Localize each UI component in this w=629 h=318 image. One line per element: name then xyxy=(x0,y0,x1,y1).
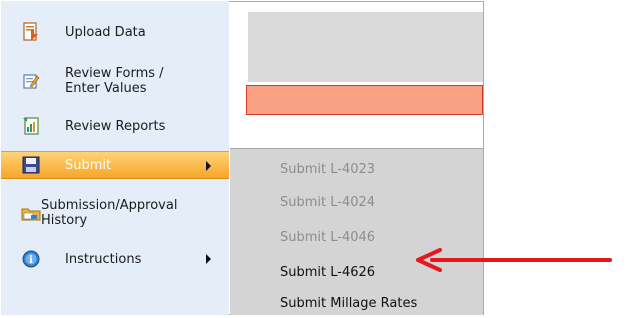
submenu-item-submit-l-4626[interactable]: Submit L-4626 xyxy=(280,265,375,280)
submenu-item-submit-l-4023: Submit L-4023 xyxy=(280,162,376,177)
sidebar-item-submission-history[interactable]: Submission/Approval History xyxy=(1,193,229,233)
label-line-1: Review Forms / xyxy=(65,66,164,81)
review-forms-icon xyxy=(21,71,41,91)
history-folder-icon xyxy=(21,203,41,223)
info-icon: i xyxy=(21,249,41,269)
submenu-arrow-icon xyxy=(206,254,211,264)
submenu-item-submit-millage-rates[interactable]: Submit Millage Rates xyxy=(280,296,417,311)
alert-bar xyxy=(246,85,483,115)
sidebar-item-instructions[interactable]: i Instructions xyxy=(1,245,229,273)
submenu-arrow-icon xyxy=(206,161,211,171)
submenu-item-submit-l-4024: Submit L-4024 xyxy=(280,195,376,210)
submenu-item-submit-l-4046: Submit L-4046 xyxy=(280,230,376,245)
sidebar-item-review-forms[interactable]: Review Forms / Enter Values xyxy=(1,61,229,101)
content-panel xyxy=(248,12,483,82)
sidebar-item-review-reports[interactable]: Review Reports xyxy=(1,113,229,139)
sidebar-item-label: Instructions xyxy=(65,251,142,267)
sidebar-item-label: Review Reports xyxy=(65,118,166,134)
sidebar-item-label: Submit xyxy=(65,157,112,173)
sidebar-item-label: Review Forms / Enter Values xyxy=(65,66,164,96)
label-line-2: Enter Values xyxy=(65,81,147,96)
sidebar-nav: Upload Data Review Forms / Enter Values xyxy=(1,1,229,315)
upload-data-icon xyxy=(21,22,41,42)
label-line-1: Submission/Approval xyxy=(41,198,178,213)
floppy-disk-icon xyxy=(21,155,41,175)
sidebar-item-label: Upload Data xyxy=(65,24,146,40)
review-reports-icon xyxy=(21,116,41,136)
sidebar-item-submit[interactable]: Submit xyxy=(1,151,229,179)
sidebar-item-label: Submission/Approval History xyxy=(41,198,177,228)
svg-text:i: i xyxy=(29,255,33,266)
annotation-arrow-icon xyxy=(416,248,612,272)
submit-submenu: Submit L-4023 Submit L-4024 Submit L-404… xyxy=(230,148,483,315)
label-line-2: History xyxy=(41,213,88,228)
sidebar-item-upload-data[interactable]: Upload Data xyxy=(1,19,229,45)
